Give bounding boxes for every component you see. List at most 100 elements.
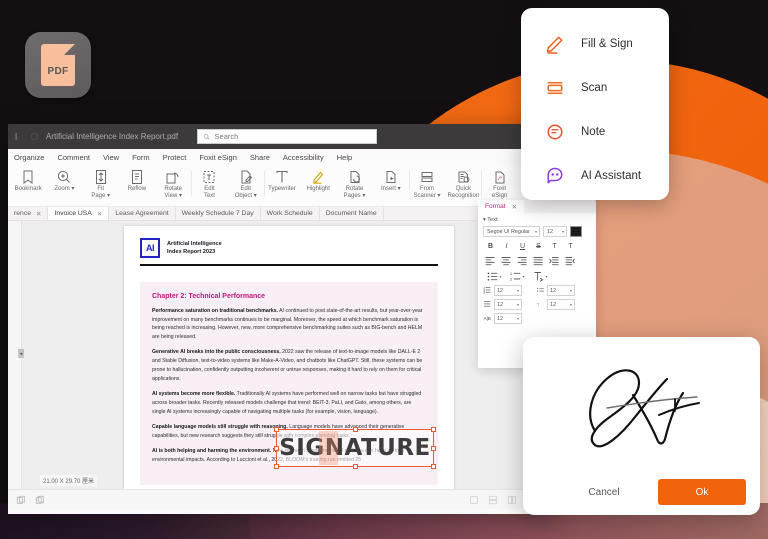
menu-comment[interactable]: Comment xyxy=(57,153,90,162)
menu-organize[interactable]: Organize xyxy=(14,153,44,162)
resize-handle-middle-right[interactable] xyxy=(431,445,436,451)
superscript-button[interactable]: T xyxy=(547,240,562,253)
ribbon-highlight[interactable]: Highlight xyxy=(300,168,336,193)
ribbon-edit-text[interactable]: Edit Text xyxy=(191,168,227,200)
signature-canvas[interactable] xyxy=(523,337,760,469)
ribbon-from-scanner[interactable]: From Scanner ▾ xyxy=(409,168,445,200)
ok-button[interactable]: Ok xyxy=(658,479,746,505)
align-justify-button[interactable] xyxy=(531,255,546,268)
resize-handle-bottom-left[interactable] xyxy=(274,464,279,469)
ribbon-insert[interactable]: Insert ▾ xyxy=(373,168,411,193)
menu-help[interactable]: Help xyxy=(337,153,352,162)
align-outdent-button[interactable] xyxy=(563,255,578,268)
paragraph: Generative AI breaks into the public con… xyxy=(152,348,426,384)
bulleted-list-button[interactable]: ▾ xyxy=(483,270,505,283)
duplicate-page-icon[interactable] xyxy=(35,495,45,505)
resize-handle-bottom-middle[interactable] xyxy=(352,464,358,469)
ribbon-typewriter[interactable]: Typewriter xyxy=(264,168,300,193)
menu-view[interactable]: View xyxy=(103,153,119,162)
underline-button[interactable]: U xyxy=(515,240,530,253)
strikethrough-button[interactable]: S xyxy=(531,240,546,253)
bookmark-icon xyxy=(23,170,33,184)
numbered-list-button[interactable]: 1 2 ▾ xyxy=(506,270,528,283)
page-scroll-area[interactable]: AI Artificial Intelligence Index Report … xyxy=(22,221,556,489)
document-tab-work-schedule[interactable]: Work Schedule xyxy=(261,207,320,220)
handwritten-signature xyxy=(588,369,700,448)
ribbon-foxit-esign[interactable]: Foxit eSign xyxy=(481,168,517,200)
align-indent-button[interactable] xyxy=(547,255,562,268)
menu-form[interactable]: Form xyxy=(132,153,150,162)
numbered-list-icon: 12 xyxy=(510,271,521,282)
font-color-swatch[interactable] xyxy=(570,226,582,237)
line-spacing-input[interactable]: 12 ▾ xyxy=(494,285,522,296)
document-tab-invoice-usa[interactable]: Invoice USA ✕ xyxy=(48,207,110,220)
chevron-down-icon: ▾ xyxy=(569,302,572,307)
list-spacing-control[interactable]: 12 ▾ xyxy=(536,285,575,296)
menu-share[interactable]: Share xyxy=(250,153,270,162)
single-page-view-icon[interactable] xyxy=(469,495,479,505)
menu-accessibility[interactable]: Accessibility xyxy=(283,153,324,162)
document-tab-document-name[interactable]: Document Name xyxy=(320,207,384,220)
close-icon[interactable]: ✕ xyxy=(97,210,102,218)
paragraph-spacing-input[interactable]: 12 ▾ xyxy=(494,299,522,310)
resize-handle-top-right[interactable] xyxy=(431,427,436,432)
bulleted-list-icon xyxy=(488,272,498,281)
resize-handle-middle-left[interactable] xyxy=(274,445,279,451)
align-center-button[interactable] xyxy=(499,255,514,268)
close-icon[interactable]: ✕ xyxy=(36,210,41,218)
menu-item-ai-assistant[interactable]: AI Assistant xyxy=(521,154,669,198)
report-title-line2: Index Report 2023 xyxy=(167,249,216,255)
document-tab-rence[interactable]: rence ✕ xyxy=(8,207,49,220)
cancel-button[interactable]: Cancel xyxy=(560,479,648,505)
ribbon-quick-recognition[interactable]: Quick Recognition xyxy=(445,168,483,200)
menu-protect[interactable]: Protect xyxy=(163,153,187,162)
menu-foxit-esign[interactable]: Foxit eSign xyxy=(199,153,237,162)
copy-page-icon[interactable] xyxy=(16,495,26,505)
font-family-select[interactable]: Segoe UI Regular ▾ xyxy=(483,226,540,237)
pdf-file-icon[interactable]: PDF xyxy=(24,32,92,112)
resize-handle-top-left[interactable] xyxy=(274,427,279,432)
line-spacing-control[interactable]: 12 ▾ xyxy=(483,285,522,296)
back-icon[interactable] xyxy=(30,132,39,141)
resize-handle-bottom-right[interactable] xyxy=(431,464,436,469)
facing-view-icon[interactable] xyxy=(507,495,517,505)
character-spacing-control[interactable]: A|B 12 ▾ xyxy=(483,313,522,324)
document-tab-lease-agreement[interactable]: Lease Agreement xyxy=(109,207,176,220)
paragraph-lead: AI is both helping and harming the envir… xyxy=(152,447,272,454)
align-left-button[interactable] xyxy=(483,255,498,268)
menu-item-scan[interactable]: Scan xyxy=(521,66,669,110)
bold-button[interactable]: B xyxy=(483,240,498,253)
document-tab-weekly-schedule-7-day[interactable]: Weekly Schedule 7 Day xyxy=(176,207,261,220)
side-panel-rail[interactable]: ◂ xyxy=(8,221,24,489)
subscript-button[interactable]: T xyxy=(563,240,578,253)
ribbon-reflow[interactable]: Reflow xyxy=(119,168,155,193)
search-box[interactable] xyxy=(197,129,378,144)
menu-item-fill-sign[interactable]: Fill & Sign xyxy=(521,22,669,66)
ribbon-fit-page[interactable]: Fit Page ▾ xyxy=(83,168,119,200)
signature-placeholder[interactable]: SIGNATURE xyxy=(274,427,436,469)
search-input[interactable] xyxy=(214,132,372,141)
character-spacing-input[interactable]: 12 ▾ xyxy=(494,313,522,324)
ribbon-item-label: Bookmark xyxy=(14,186,42,192)
menu-icon[interactable] xyxy=(14,132,23,141)
text-scale-input[interactable]: 12 ▾ xyxy=(547,299,575,310)
ribbon-rotate-view[interactable]: Rotate View ▾ xyxy=(155,168,193,200)
paragraph-spacing-control[interactable]: 12 ▾ xyxy=(483,299,522,310)
font-size-select[interactable]: 12 ▾ xyxy=(543,226,567,237)
list-spacing-input[interactable]: 12 ▾ xyxy=(547,285,575,296)
ribbon-bookmark[interactable]: Bookmark xyxy=(10,168,46,193)
paragraph-lead: Generative AI breaks into the public con… xyxy=(152,349,281,356)
text-direction-button[interactable]: ▾ xyxy=(529,270,551,283)
italic-button[interactable]: I xyxy=(499,240,514,253)
ribbon-zoom[interactable]: Zoom ▾ xyxy=(46,168,82,193)
ribbon-item-label: Edit Text xyxy=(203,186,215,199)
close-icon[interactable]: ✕ xyxy=(512,203,517,211)
menu-item-note[interactable]: Note xyxy=(521,110,669,154)
text-scale-control[interactable]: T 12 ▾ xyxy=(536,299,575,310)
continuous-view-icon[interactable] xyxy=(488,495,498,505)
ribbon-edit-object[interactable]: Edit Object ▾ xyxy=(228,168,266,200)
tab-format[interactable]: Format ✕ xyxy=(478,200,525,213)
ribbon-rotate-pages[interactable]: Rotate Pages ▾ xyxy=(336,168,372,200)
align-right-button[interactable] xyxy=(515,255,530,268)
resize-handle-top-middle[interactable] xyxy=(352,427,358,432)
